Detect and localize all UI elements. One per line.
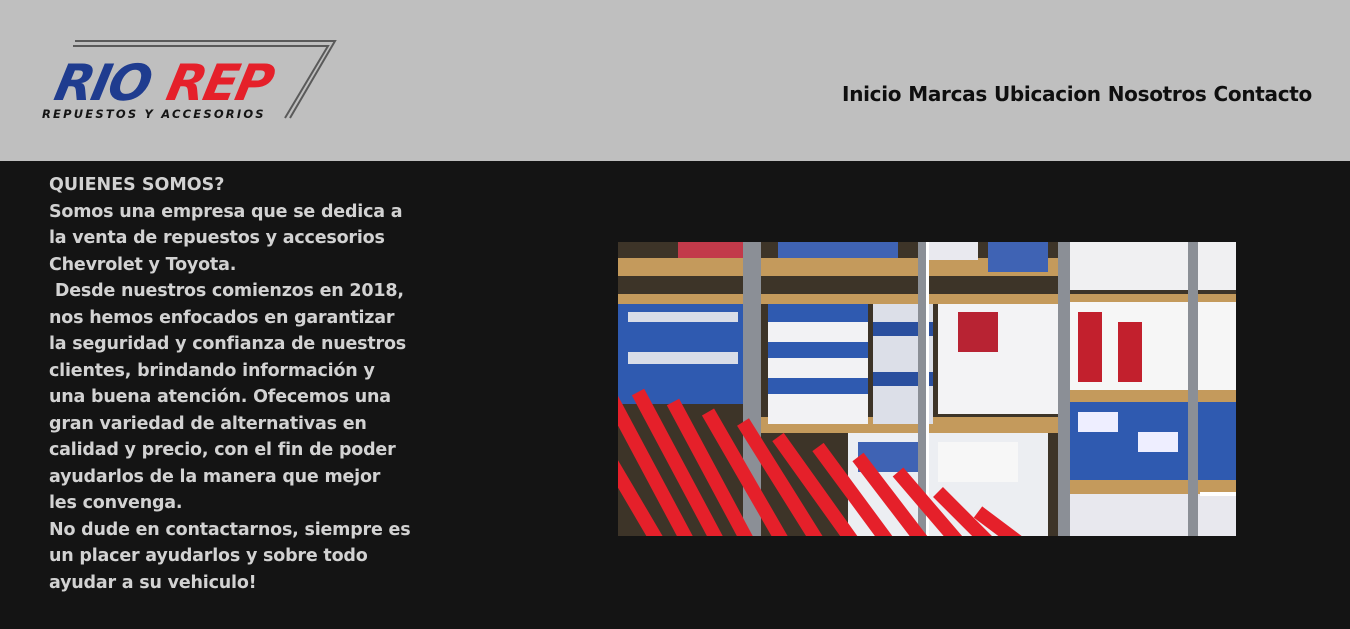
about-title: QUIENES SOMOS? (49, 175, 225, 195)
slider-indicator[interactable] (1200, 492, 1236, 496)
about-section: QUIENES SOMOS? Somos una empresa que se … (49, 172, 419, 596)
riorep-logo[interactable]: RIO REP REPUESTOS Y ACCESORIOS (38, 36, 338, 124)
warehouse-shelves-image (618, 242, 1236, 536)
about-text: Somos una empresa que se dedica a la ven… (49, 201, 411, 593)
nav-inicio[interactable]: Inicio (842, 82, 901, 106)
logo-tagline: REPUESTOS Y ACCESORIOS (42, 107, 266, 121)
logo-brand-rio: RIO (50, 54, 157, 112)
nav-contacto[interactable]: Contacto (1214, 82, 1313, 106)
main-nav: Inicio Marcas Ubicacion Nosotros Contact… (842, 82, 1312, 106)
site-header: RIO REP REPUESTOS Y ACCESORIOS Inicio Ma… (0, 0, 1350, 161)
nav-nosotros[interactable]: Nosotros (1108, 82, 1207, 106)
nav-marcas[interactable]: Marcas (908, 82, 987, 106)
logo-brand-rep: REP (162, 54, 280, 112)
nav-ubicacion[interactable]: Ubicacion (994, 82, 1101, 106)
